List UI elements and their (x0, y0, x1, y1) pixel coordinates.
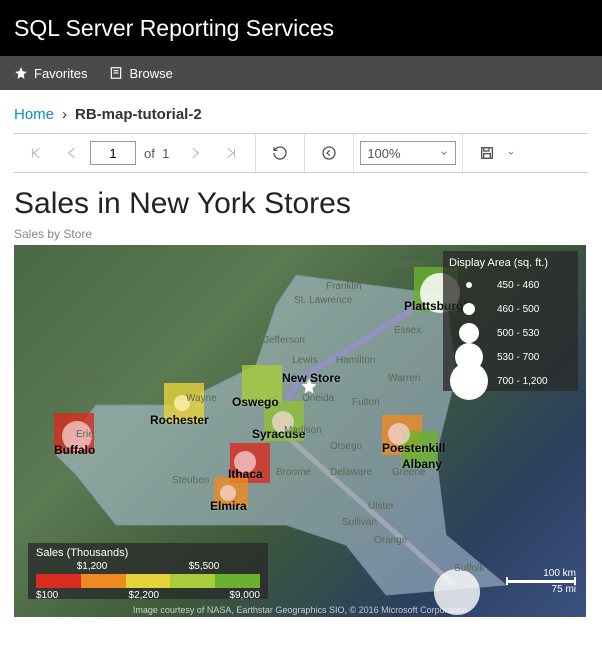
city-label: Poestenkill (382, 441, 445, 455)
legend-area-circle (450, 362, 488, 400)
legend-area-row: 450 - 460 (449, 273, 572, 297)
county-label: Fulton (352, 397, 380, 408)
star-icon (14, 66, 28, 80)
city-label: Rochester (150, 413, 209, 427)
next-page-button[interactable] (177, 134, 213, 172)
legend-area-row: 500 - 530 (449, 321, 572, 345)
first-page-button[interactable] (18, 134, 54, 172)
legend-display-area: Display Area (sq. ft.) 450 - 460 460 - 50… (443, 251, 578, 391)
page-number-input[interactable] (90, 141, 136, 165)
report-map[interactable]: PlattsburghNew StoreOswegoRochesterSyrac… (14, 245, 586, 617)
county-label: Jefferson (264, 335, 305, 346)
county-label: Otsego (330, 441, 362, 452)
legend-area-circle (463, 303, 475, 315)
zoom-select[interactable]: 100% (360, 141, 456, 165)
county-label: Hamilton (336, 355, 375, 366)
county-label: Greene (392, 467, 425, 478)
back-button[interactable] (311, 134, 347, 172)
city-label: Oswego (232, 395, 279, 409)
legend-area-label: 530 - 700 (497, 352, 539, 363)
save-caret-icon[interactable] (505, 149, 517, 157)
legend-sales-title: Sales (Thousands) (36, 547, 260, 559)
county-label: Suffolk (454, 563, 484, 574)
legend-area-row: 700 - 1,200 (449, 369, 572, 393)
county-label: Broome (276, 467, 311, 478)
county-label: Niagara (70, 375, 105, 386)
breadcrumb-separator: › (62, 106, 67, 123)
prev-page-button[interactable] (54, 134, 90, 172)
county-label: Steuben (172, 475, 209, 486)
legend-sales-tick: $2,200 (129, 590, 160, 601)
legend-sales-tick: $1,200 (77, 561, 108, 572)
legend-sales-tick: $5,500 (189, 561, 220, 572)
legend-area-label: 460 - 500 (497, 304, 539, 315)
app-header: SQL Server Reporting Services (0, 0, 602, 56)
legend-area-label: 500 - 530 (497, 328, 539, 339)
map-credits: Image courtesy of NASA, Earthstar Geogra… (14, 605, 586, 615)
breadcrumb-current: RB-map-tutorial-2 (75, 106, 202, 123)
map-scale-bar: 100 km 75 mi (506, 568, 576, 595)
nav-browse-label: Browse (129, 66, 172, 81)
legend-sales: Sales (Thousands) $1,200 $5,500 $100 $2,… (28, 543, 268, 599)
county-label: Erie (76, 429, 94, 440)
page-of-label: of 1 (144, 146, 169, 161)
city-label: Buffalo (54, 443, 95, 457)
county-label: Franklin (326, 281, 362, 292)
county-label: Sullivan (342, 517, 377, 528)
legend-area-label: 450 - 460 (497, 280, 539, 291)
legend-sales-gradient (36, 574, 260, 588)
refresh-button[interactable] (262, 134, 298, 172)
legend-area-circle (459, 323, 479, 343)
county-label: Madison (284, 425, 322, 436)
zoom-value: 100% (367, 146, 400, 161)
legend-area-title: Display Area (sq. ft.) (449, 257, 572, 269)
legend-area-row: 460 - 500 (449, 297, 572, 321)
legend-area-circle (466, 282, 472, 288)
breadcrumb-home[interactable]: Home (14, 106, 54, 123)
legend-sales-tick: $100 (36, 590, 58, 601)
nav-browse[interactable]: Browse (109, 66, 172, 81)
county-label: Wayne (186, 393, 217, 404)
breadcrumb: Home › RB-map-tutorial-2 (14, 100, 588, 133)
city-label: Ithaca (228, 467, 263, 481)
legend-sales-tick: $9,000 (229, 590, 260, 601)
county-label: Lewis (292, 355, 318, 366)
county-label: Delaware (330, 467, 372, 478)
legend-area-label: 700 - 1,200 (497, 376, 548, 387)
county-label: St. Lawrence (294, 295, 352, 306)
nav-bar: Favorites Browse (0, 56, 602, 90)
county-label: Clinton (392, 259, 423, 270)
county-label: Ulster (368, 501, 394, 512)
city-label: Elmira (210, 499, 247, 513)
county-label: Warren (388, 373, 420, 384)
report-title: Sales in New York Stores (14, 173, 588, 227)
scale-mi: 75 mi (506, 584, 576, 595)
report-subtitle: Sales by Store (14, 227, 588, 245)
chevron-down-icon (439, 146, 449, 161)
county-label: Oneida (302, 393, 334, 404)
last-page-button[interactable] (213, 134, 249, 172)
app-title: SQL Server Reporting Services (14, 15, 334, 42)
city-label: New Store (282, 371, 341, 385)
browse-icon (109, 66, 123, 80)
county-label: Essex (394, 325, 421, 336)
save-export-button[interactable] (469, 134, 505, 172)
nav-favorites-label: Favorites (34, 66, 87, 81)
county-label: Orange (374, 535, 407, 546)
nav-favorites[interactable]: Favorites (14, 66, 87, 81)
report-toolbar: of 1 100% (14, 133, 588, 173)
scale-km: 100 km (506, 568, 576, 579)
